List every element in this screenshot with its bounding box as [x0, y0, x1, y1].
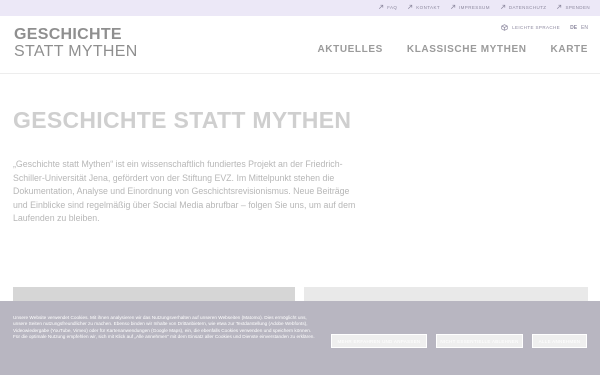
- header-utilities: LEICHTE SPRACHE DE EN: [501, 24, 588, 31]
- cookie-reject-button[interactable]: NICHT ESSENTIELLE ABLEHNEN: [436, 334, 523, 348]
- main-nav: AKTUELLES KLASSISCHE MYTHEN KARTE: [317, 44, 588, 55]
- top-link-label: FAQ: [387, 4, 398, 10]
- top-links: FAQ KONTAKT IMPRESSUM DATENSCHUTZ SPENDE…: [378, 4, 590, 10]
- top-link-label: DATENSCHUTZ: [508, 4, 547, 10]
- easy-language-icon: [501, 24, 508, 31]
- arrow-link-icon: [450, 4, 456, 10]
- arrow-link-icon: [408, 4, 413, 10]
- top-link-kontakt[interactable]: KONTAKT: [407, 4, 440, 10]
- top-link-label: KONTAKT: [416, 4, 440, 10]
- cookie-more-button[interactable]: MEHR ERFAHREN UND ANPASSEN: [331, 334, 427, 348]
- cookie-accept-all-button[interactable]: ALLE ANNEHMEN: [532, 334, 587, 348]
- top-link-label: SPENDEN: [565, 4, 590, 10]
- arrow-link-icon: [500, 4, 506, 10]
- cookie-banner: Unsere Website verwendet Cookies. Mit ih…: [0, 301, 600, 375]
- top-link-spenden[interactable]: SPENDEN: [556, 4, 590, 10]
- language-de[interactable]: DE: [570, 25, 577, 31]
- easy-language-label: LEICHTE SPRACHE: [512, 25, 561, 30]
- cookie-text: Unsere Website verwendet Cookies. Mit ih…: [13, 315, 315, 339]
- language-en[interactable]: EN: [581, 25, 588, 31]
- top-utility-bar: FAQ KONTAKT IMPRESSUM DATENSCHUTZ SPENDE…: [0, 0, 600, 16]
- top-link-faq[interactable]: FAQ: [378, 4, 397, 10]
- top-link-label: IMPRESSUM: [459, 4, 490, 10]
- logo-line-1: GESCHICHTE: [14, 26, 122, 43]
- top-link-impressum[interactable]: IMPRESSUM: [450, 4, 490, 10]
- top-link-datenschutz[interactable]: DATENSCHUTZ: [500, 4, 547, 10]
- nav-item-karte[interactable]: KARTE: [551, 44, 588, 55]
- nav-item-aktuelles[interactable]: AKTUELLES: [317, 44, 382, 55]
- cookie-buttons: MEHR ERFAHREN UND ANPASSEN NICHT ESSENTI…: [331, 334, 587, 348]
- logo-line-2: STATT MYTHEN: [14, 43, 138, 60]
- nav-item-klassische-mythen[interactable]: KLASSISCHE MYTHEN: [407, 44, 527, 55]
- easy-language-link[interactable]: LEICHTE SPRACHE: [501, 24, 560, 31]
- site-header: GESCHICHTE STATT MYTHEN LEICHTE SPRACHE …: [0, 16, 600, 74]
- language-switcher: DE EN: [570, 25, 588, 31]
- arrow-link-icon: [557, 4, 562, 10]
- page-title: GESCHICHTE STATT MYTHEN: [13, 107, 352, 133]
- arrow-link-icon: [379, 4, 384, 10]
- intro-text: „Geschichte statt Mythen“ ist ein wissen…: [13, 159, 356, 224]
- site-logo[interactable]: GESCHICHTE STATT MYTHEN: [14, 26, 138, 60]
